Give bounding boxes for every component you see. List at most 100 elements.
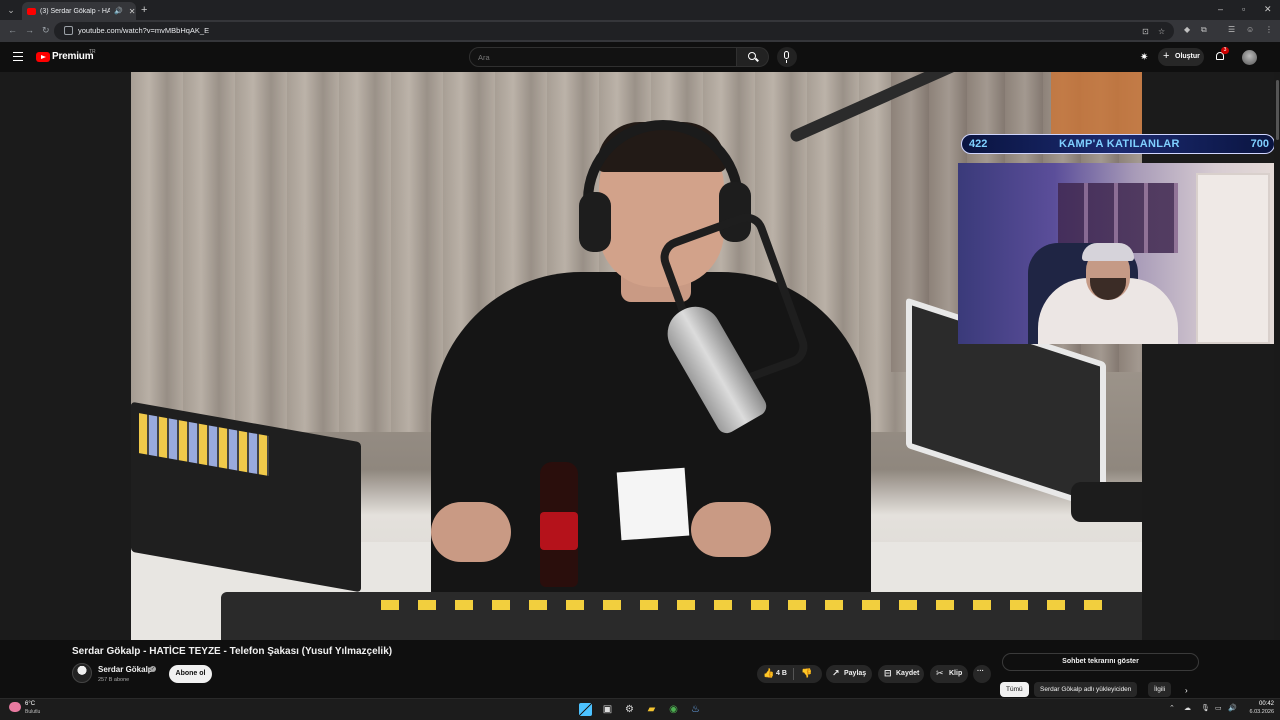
share-button[interactable]: ↗ Paylaş: [826, 665, 872, 683]
youtube-premium-label[interactable]: Premium: [52, 51, 94, 62]
audio-playing-icon[interactable]: 🔊: [114, 7, 123, 15]
verified-icon: ✓: [150, 666, 156, 672]
url-text[interactable]: youtube.com/watch?v=mvMBbHqAK_E: [78, 26, 209, 35]
overlay-right-value: 700: [1250, 138, 1269, 150]
search-icon: [748, 52, 756, 60]
chip-from-uploader[interactable]: Serdar Gökalp adlı yükleyiciden: [1034, 682, 1138, 697]
streamer-cap: [1082, 243, 1134, 261]
settings-gear-icon[interactable]: ⚙: [623, 703, 636, 716]
site-info-icon[interactable]: [64, 26, 73, 35]
browser-tab-bar: ⌄ (3) Serdar Gökalp - HATİCE 🔊 ✕ + – ▫ ✕: [0, 0, 1280, 20]
dislike-icon[interactable]: 👎: [801, 668, 812, 679]
back-arrow-icon[interactable]: ←: [8, 25, 17, 35]
save-label: Kaydet: [896, 670, 920, 677]
overlay-title: KAMP'A KATILANLAR: [1059, 138, 1180, 150]
overlay-banner: 422 KAMP'A KATILANLAR 700: [961, 134, 1275, 154]
webcam-overlay: [958, 163, 1280, 344]
voice-search-button[interactable]: [777, 47, 797, 67]
reload-icon[interactable]: ↻: [42, 25, 50, 36]
mixing-desk: [221, 592, 1142, 640]
tab-close-icon[interactable]: ✕: [129, 7, 136, 16]
more-icon: ···: [977, 668, 984, 675]
onedrive-icon[interactable]: ☁: [1184, 704, 1191, 712]
forward-arrow-icon[interactable]: →: [25, 25, 34, 35]
save-button[interactable]: ⊟ Kaydet: [878, 665, 924, 683]
page-scrollbar[interactable]: [1274, 72, 1280, 640]
install-app-icon[interactable]: ⊡: [1142, 27, 1149, 36]
subscribe-button[interactable]: Abone ol: [169, 665, 212, 683]
create-label: Oluştur: [1175, 53, 1200, 60]
channel-avatar[interactable]: [72, 663, 92, 683]
youtube-masthead: Premium TR Ara ✷ + Oluştur 3: [0, 42, 1280, 72]
search-button[interactable]: [737, 47, 769, 67]
door: [1196, 173, 1270, 344]
window-close-icon[interactable]: ✕: [1264, 4, 1272, 15]
more-actions-button[interactable]: ···: [973, 665, 991, 683]
network-icon[interactable]: ▭: [1215, 704, 1222, 712]
tab-title: (3) Serdar Gökalp - HATİCE: [40, 7, 110, 15]
browser-menu-icon[interactable]: ⋮: [1265, 25, 1273, 34]
like-dislike-group: 👍 4 B 👎: [757, 665, 822, 683]
clip-label: Klip: [949, 670, 963, 677]
address-bar[interactable]: youtube.com/watch?v=mvMBbHqAK_E ⊡ ☆: [54, 22, 1174, 40]
country-code: TR: [89, 49, 96, 55]
file-explorer-icon[interactable]: ▰: [645, 703, 658, 716]
paper-note: [616, 467, 690, 541]
clock-time[interactable]: 00:42: [1252, 701, 1274, 707]
tab-search-icon[interactable]: ⌄: [4, 3, 18, 17]
maximize-icon[interactable]: ▫: [1242, 4, 1245, 14]
chip-related[interactable]: İlgili: [1148, 682, 1172, 697]
telephone: [1071, 482, 1142, 522]
task-view-icon[interactable]: ▣: [601, 703, 614, 716]
minimize-icon[interactable]: –: [1218, 4, 1223, 14]
share-icon: ↗: [832, 668, 840, 678]
chevron-right-icon[interactable]: ›: [1185, 686, 1188, 695]
clip-button[interactable]: ✂ Klip: [930, 665, 968, 683]
subscriber-count: 257 B abone: [98, 677, 130, 683]
plus-icon: +: [1163, 50, 1170, 62]
browser-toolbar: ← → ↻ youtube.com/watch?v=mvMBbHqAK_E ⊡ …: [0, 20, 1280, 42]
host-body: [431, 272, 871, 640]
new-tab-button[interactable]: +: [141, 3, 147, 17]
chrome-icon[interactable]: ◉: [667, 703, 680, 716]
cast-icon[interactable]: ✷: [1140, 52, 1151, 63]
channel-name[interactable]: Serdar Gökalp: [98, 665, 153, 674]
youtube-favicon-icon: [27, 7, 36, 15]
scrollbar-thumb[interactable]: [1276, 80, 1279, 140]
overlay-left-value: 422: [969, 138, 988, 150]
youtube-logo-icon[interactable]: [36, 52, 50, 62]
microphone-tray-icon[interactable]: 🎙: [1201, 704, 1210, 712]
show-chat-replay-button[interactable]: Sohbet tekrarını göster: [1002, 653, 1199, 671]
like-count[interactable]: 4 B: [776, 670, 787, 677]
bookmark-star-icon[interactable]: ☆: [1158, 27, 1165, 36]
start-menu-icon[interactable]: [579, 703, 592, 716]
extension-icon[interactable]: ◆: [1184, 25, 1190, 34]
browser-tab-active[interactable]: (3) Serdar Gökalp - HATİCE 🔊 ✕: [22, 2, 136, 20]
host-hand-left: [431, 502, 511, 562]
extensions-puzzle-icon[interactable]: ⧉: [1201, 25, 1207, 35]
video-frame[interactable]: [131, 72, 1142, 640]
scissors-icon: ✂: [936, 668, 944, 678]
tray-overflow-icon[interactable]: ⌃: [1169, 704, 1175, 712]
chip-all[interactable]: Tümü: [1000, 682, 1029, 697]
create-button[interactable]: + Oluştur: [1158, 48, 1204, 66]
weather-temperature[interactable]: 6°C: [25, 701, 35, 707]
search-input[interactable]: Ara: [469, 47, 737, 67]
like-icon[interactable]: 👍: [763, 668, 774, 679]
tab-search-list-icon[interactable]: ☰: [1228, 25, 1235, 34]
steam-icon[interactable]: ♨: [689, 703, 702, 716]
clock-date[interactable]: 6.03.2026: [1244, 709, 1274, 715]
video-player[interactable]: [0, 72, 1280, 640]
account-avatar[interactable]: [1242, 50, 1257, 65]
weather-description[interactable]: Bulutlu: [25, 709, 40, 715]
video-title: Serdar Gökalp - HATİCE TEYZE - Telefon Ş…: [72, 646, 393, 657]
guide-menu-icon[interactable]: [13, 52, 23, 61]
host-hand-right: [691, 502, 771, 557]
search-placeholder: Ara: [478, 53, 490, 62]
profile-icon[interactable]: ☺: [1246, 25, 1254, 34]
volume-icon[interactable]: 🔊: [1228, 704, 1237, 712]
headphone-left: [579, 192, 611, 252]
weather-icon[interactable]: [9, 702, 21, 712]
like-divider: [793, 668, 794, 680]
share-label: Paylaş: [844, 670, 867, 677]
